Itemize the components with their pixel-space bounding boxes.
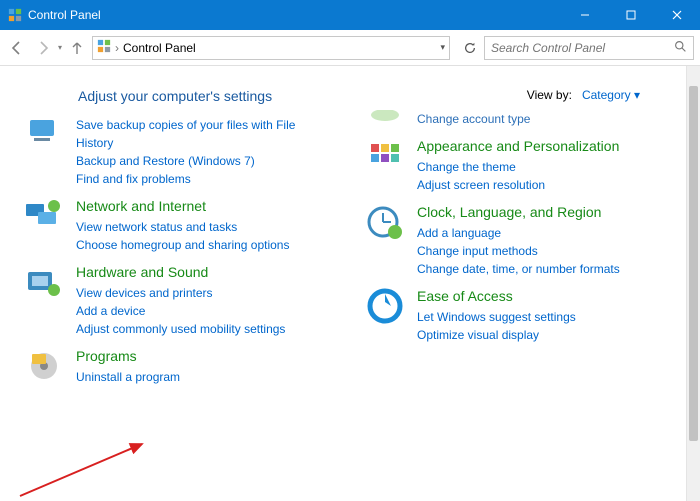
search-input[interactable] xyxy=(491,41,674,55)
link-mobility[interactable]: Adjust commonly used mobility settings xyxy=(76,320,335,338)
right-column: Change account type Appearance and Perso… xyxy=(365,116,676,396)
user-accounts-icon xyxy=(365,110,405,128)
link-network-status[interactable]: View network status and tasks xyxy=(76,218,335,236)
link-backup-restore[interactable]: Backup and Restore (Windows 7) xyxy=(76,152,335,170)
link-optimize-display[interactable]: Optimize visual display xyxy=(417,326,676,344)
hardware-icon xyxy=(24,264,64,338)
chevron-down-icon[interactable]: ▾ xyxy=(440,42,445,53)
category-network: Network and Internet View network status… xyxy=(24,198,335,254)
minimize-button[interactable] xyxy=(562,0,608,30)
link-uninstall-program[interactable]: Uninstall a program xyxy=(76,368,335,386)
search-icon xyxy=(674,40,687,56)
link-add-language[interactable]: Add a language xyxy=(417,224,676,242)
forward-button[interactable] xyxy=(32,37,54,59)
refresh-button[interactable] xyxy=(460,41,480,55)
category-appearance: Appearance and Personalization Change th… xyxy=(365,138,676,194)
category-user-accounts-partial: Change account type xyxy=(365,110,676,128)
category-hardware: Hardware and Sound View devices and prin… xyxy=(24,264,335,338)
maximize-button[interactable] xyxy=(608,0,654,30)
category-heading-programs[interactable]: Programs xyxy=(76,348,335,364)
clock-icon xyxy=(365,204,405,278)
link-change-account-type[interactable]: Change account type xyxy=(417,110,676,128)
scrollbar[interactable] xyxy=(686,66,700,501)
search-box[interactable] xyxy=(484,36,694,60)
close-button[interactable] xyxy=(654,0,700,30)
network-icon xyxy=(24,198,64,254)
system-security-icon xyxy=(24,116,64,188)
category-programs: Programs Uninstall a program xyxy=(24,348,335,386)
up-button[interactable] xyxy=(66,37,88,59)
view-by-dropdown[interactable]: Category ▾ xyxy=(582,88,640,102)
link-windows-suggest[interactable]: Let Windows suggest settings xyxy=(417,308,676,326)
left-column: Save backup copies of your files with Fi… xyxy=(24,116,335,396)
category-heading-ease-of-access[interactable]: Ease of Access xyxy=(417,288,676,304)
category-ease-of-access: Ease of Access Let Windows suggest setti… xyxy=(365,288,676,344)
category-heading-network[interactable]: Network and Internet xyxy=(76,198,335,214)
link-save-backup[interactable]: Save backup copies of your files with Fi… xyxy=(76,116,335,152)
category-clock-language: Clock, Language, and Region Add a langua… xyxy=(365,204,676,278)
link-homegroup[interactable]: Choose homegroup and sharing options xyxy=(76,236,335,254)
link-screen-resolution[interactable]: Adjust screen resolution xyxy=(417,176,676,194)
address-bar[interactable]: › Control Panel ▾ xyxy=(92,36,450,60)
control-panel-icon xyxy=(8,8,22,22)
appearance-icon xyxy=(365,138,405,194)
ease-of-access-icon xyxy=(365,288,405,344)
link-change-theme[interactable]: Change the theme xyxy=(417,158,676,176)
chevron-right-icon: › xyxy=(115,41,119,55)
titlebar: Control Panel xyxy=(0,0,700,30)
link-input-methods[interactable]: Change input methods xyxy=(417,242,676,260)
category-heading-appearance[interactable]: Appearance and Personalization xyxy=(417,138,676,154)
breadcrumb[interactable]: Control Panel xyxy=(123,41,196,55)
link-find-fix[interactable]: Find and fix problems xyxy=(76,170,335,188)
control-panel-icon xyxy=(97,39,111,56)
window-title: Control Panel xyxy=(28,8,562,22)
programs-icon xyxy=(24,348,64,386)
view-by-control: View by: Category ▾ xyxy=(527,88,640,102)
scrollbar-thumb[interactable] xyxy=(689,86,698,441)
link-datetime-formats[interactable]: Change date, time, or number formats xyxy=(417,260,676,278)
back-button[interactable] xyxy=(6,37,28,59)
category-heading-clock[interactable]: Clock, Language, and Region xyxy=(417,204,676,220)
view-by-label: View by: xyxy=(527,88,572,102)
toolbar: ▾ › Control Panel ▾ xyxy=(0,30,700,66)
link-add-device[interactable]: Add a device xyxy=(76,302,335,320)
category-heading-hardware[interactable]: Hardware and Sound xyxy=(76,264,335,280)
history-dropdown[interactable]: ▾ xyxy=(58,43,62,52)
category-system-security-partial: Save backup copies of your files with Fi… xyxy=(24,116,335,188)
link-devices-printers[interactable]: View devices and printers xyxy=(76,284,335,302)
content-area: Adjust your computer's settings View by:… xyxy=(0,66,700,501)
